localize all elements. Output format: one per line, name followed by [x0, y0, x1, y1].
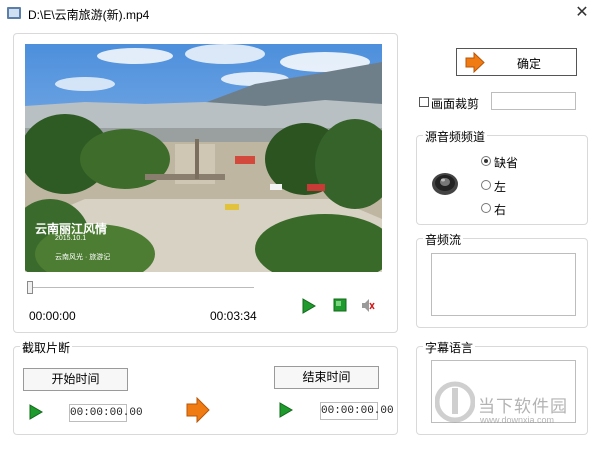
- channel-right-radio[interactable]: [481, 203, 491, 213]
- duration-time: 00:03:34: [210, 309, 257, 323]
- watermark-name: 当下软件园: [478, 397, 568, 416]
- window-title: D:\E\云南旅游(新).mp4: [28, 8, 150, 22]
- confirm-button[interactable]: 确定: [456, 48, 577, 76]
- clip-group-title: 截取片断: [20, 339, 73, 356]
- mute-icon[interactable]: [361, 298, 375, 313]
- title-bar: D:\E\云南旅游(新).mp4 ✕: [0, 0, 600, 28]
- clip-arrow-icon: [186, 397, 210, 423]
- channel-default-radio[interactable]: [481, 156, 491, 166]
- current-time: 00:00:00: [29, 309, 76, 323]
- channel-left-radio[interactable]: [481, 180, 491, 190]
- video-overlay-date: 2015.10.1: [55, 235, 87, 242]
- speaker-icon: [432, 173, 458, 195]
- seek-thumb[interactable]: [27, 281, 33, 294]
- channel-left-label: 左: [494, 180, 507, 194]
- channel-default-label: 缺省: [494, 156, 519, 170]
- crop-checkbox[interactable]: [419, 97, 429, 107]
- audio-stream-title: 音频流: [423, 231, 464, 248]
- crop-field[interactable]: [491, 92, 576, 110]
- stop-icon[interactable]: [333, 298, 347, 312]
- subtitle-title: 字幕语言: [423, 339, 476, 356]
- end-play-icon[interactable]: [279, 402, 293, 418]
- end-time-field[interactable]: 00:00:00.00: [320, 402, 394, 420]
- start-time-field[interactable]: 00:00:00.00: [69, 404, 143, 422]
- channel-right-label: 右: [494, 203, 507, 217]
- play-icon[interactable]: [302, 298, 316, 314]
- start-time-button[interactable]: 开始时间: [23, 368, 128, 391]
- app-icon: [7, 7, 21, 19]
- video-preview: 云南丽江风情 2015.10.1 云南风光 · 旅游记: [25, 44, 382, 272]
- end-time-button[interactable]: 结束时间: [274, 366, 379, 389]
- seek-track: [28, 287, 254, 288]
- audio-channel-title: 源音频频道: [423, 128, 488, 145]
- start-play-icon[interactable]: [29, 404, 43, 420]
- audio-stream-list[interactable]: [431, 253, 576, 316]
- confirm-arrow-icon: [465, 52, 485, 73]
- watermark-logo: [435, 381, 475, 423]
- confirm-label: 确定: [517, 57, 542, 71]
- close-button[interactable]: ✕: [570, 2, 594, 24]
- crop-label: 画面裁剪: [431, 97, 480, 111]
- watermark-url: www.downxia.com: [480, 415, 555, 425]
- video-overlay-sub: 云南风光 · 旅游记: [55, 254, 111, 261]
